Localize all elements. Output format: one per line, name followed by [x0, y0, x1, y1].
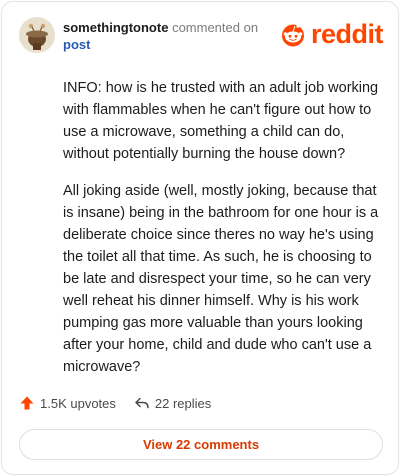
comment-paragraph: All joking aside (well, mostly joking, b… — [63, 183, 379, 375]
reply-button[interactable]: 22 replies — [134, 395, 211, 411]
avatar-illustration — [19, 17, 55, 53]
upvote-count: 1.5K upvotes — [40, 395, 116, 411]
reddit-snoo-icon — [282, 24, 304, 47]
post-link[interactable]: post — [63, 37, 90, 52]
comment-action-text: commented on — [172, 20, 259, 35]
user-avatar[interactable] — [19, 17, 55, 53]
reddit-wordmark: reddit — [311, 19, 384, 49]
view-comments-button[interactable]: View 22 comments — [19, 429, 383, 460]
upvote-arrow-icon — [20, 396, 34, 410]
reddit-logo[interactable]: reddit — [279, 19, 384, 49]
comment-card: somethingtonote commented on post reddit… — [1, 1, 399, 475]
reply-arrow-icon — [135, 397, 149, 409]
comment-author[interactable]: somethingtonote — [63, 20, 168, 35]
comment-body: INFO: how is he trusted with an adult jo… — [63, 77, 381, 393]
upvote-button[interactable]: 1.5K upvotes — [19, 395, 116, 411]
comment-paragraph: INFO: how is he trusted with an adult jo… — [63, 80, 379, 162]
comment-meta: somethingtonote commented on post — [63, 19, 263, 53]
reply-count: 22 replies — [154, 395, 212, 411]
comment-actions: 1.5K upvotes 22 replies — [19, 395, 211, 411]
